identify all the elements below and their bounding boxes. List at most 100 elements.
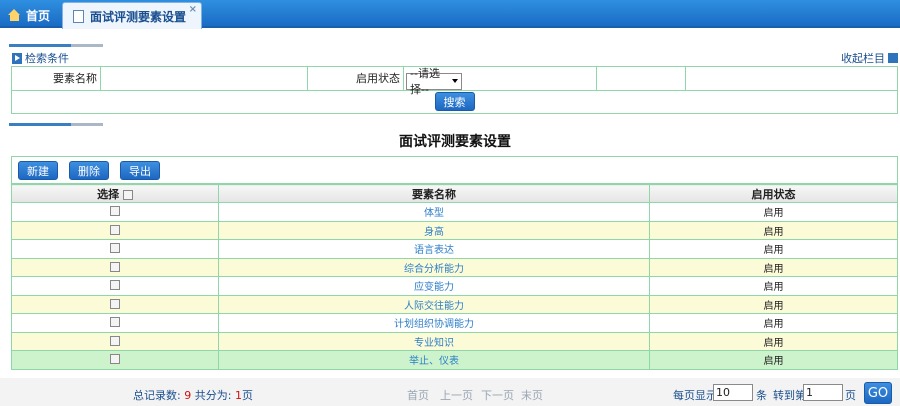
table-row[interactable]: 专业知识 启用 — [11, 331, 898, 351]
table-row[interactable]: 人际交往能力 启用 — [11, 294, 898, 314]
element-name-cell: 体型 — [218, 202, 650, 222]
status-cell: 启用 — [649, 239, 898, 259]
name-input[interactable] — [100, 66, 308, 91]
row-checkbox[interactable] — [110, 243, 120, 254]
collapse-icon[interactable] — [888, 53, 898, 63]
per-page-unit: 条 — [756, 389, 767, 402]
search-header-label: 检索条件 — [25, 52, 69, 65]
goto-unit: 页 — [845, 389, 856, 402]
table-row[interactable]: 身高 启用 — [11, 220, 898, 240]
delete-button[interactable]: 删除 — [69, 161, 109, 180]
status-cell: 启用 — [649, 202, 898, 222]
header-select: 选择 — [11, 184, 219, 203]
per-page-input[interactable]: 10 — [713, 384, 753, 401]
goto-page-input[interactable]: 1 — [803, 384, 843, 401]
element-name-cell: 综合分析能力 — [218, 257, 650, 277]
status-label: 启用状态 — [307, 66, 404, 91]
row-checkbox-cell — [11, 313, 219, 333]
row-checkbox-cell — [11, 276, 219, 296]
row-checkbox[interactable] — [110, 354, 120, 365]
collapse-label[interactable]: 收起栏目 — [841, 50, 885, 66]
status-select[interactable]: --请选择-- — [406, 67, 462, 96]
last-page-link[interactable]: 末页 — [521, 387, 543, 403]
action-toolbar: 新建 删除 导出 — [11, 156, 898, 184]
element-name-link[interactable]: 专业知识 — [414, 338, 454, 349]
status-cell: --请选择-- — [403, 66, 597, 96]
row-checkbox[interactable] — [110, 335, 120, 346]
table-row[interactable]: 举止、仪表 启用 — [11, 350, 898, 370]
row-checkbox-cell — [11, 294, 219, 314]
element-name-link[interactable]: 应变能力 — [414, 282, 454, 293]
pages-label: 共分为: — [194, 389, 232, 402]
table-row[interactable]: 综合分析能力 启用 — [11, 257, 898, 277]
document-icon — [73, 9, 84, 23]
search-form: 要素名称 启用状态 --请选择-- 搜索 — [11, 66, 898, 114]
home-icon — [8, 9, 21, 21]
row-checkbox[interactable] — [110, 206, 120, 217]
section-divider — [9, 123, 103, 126]
status-cell: 启用 — [649, 331, 898, 351]
row-checkbox[interactable] — [110, 261, 120, 272]
empty-cell — [596, 66, 686, 91]
page-title: 面试评测要素设置 — [399, 134, 511, 150]
collapse-toggle[interactable]: 收起栏目 — [841, 50, 898, 66]
row-checkbox[interactable] — [110, 224, 120, 235]
element-name-link[interactable]: 计划组织协调能力 — [394, 319, 474, 330]
row-checkbox[interactable] — [110, 280, 120, 291]
table-row[interactable]: 体型 启用 — [11, 202, 898, 222]
element-name-cell: 举止、仪表 — [218, 350, 650, 370]
table-row[interactable]: 语言表达 启用 — [11, 239, 898, 259]
tab-active-label: 面试评测要素设置 — [90, 9, 187, 24]
header-select-label: 选择 — [97, 187, 120, 201]
export-button[interactable]: 导出 — [120, 161, 160, 180]
element-name-link[interactable]: 语言表达 — [414, 245, 454, 256]
next-page-link[interactable]: 下一页 — [481, 387, 514, 403]
table-row[interactable]: 计划组织协调能力 启用 — [11, 313, 898, 333]
new-button[interactable]: 新建 — [18, 161, 58, 180]
expand-arrow-icon — [12, 52, 22, 64]
name-label: 要素名称 — [11, 66, 101, 91]
element-name-link[interactable]: 身高 — [424, 227, 444, 238]
row-checkbox-cell — [11, 257, 219, 277]
goto-label: 转到第 — [773, 389, 806, 402]
search-button[interactable]: 搜索 — [434, 92, 475, 111]
row-checkbox-cell — [11, 239, 219, 259]
pager: 总记录数: 9 共分为: 1页 首页 上一页 下一页 末页 每页显示 10 条 … — [0, 378, 900, 406]
total-count: 9 — [184, 389, 192, 402]
table-row[interactable]: 应变能力 启用 — [11, 276, 898, 296]
prev-page-link[interactable]: 上一页 — [440, 387, 473, 403]
element-name-link[interactable]: 体型 — [424, 208, 444, 219]
element-name-link[interactable]: 综合分析能力 — [404, 264, 464, 275]
search-button-cell: 搜索 — [11, 89, 898, 114]
tab-home-label: 首页 — [26, 8, 51, 23]
first-page-link[interactable]: 首页 — [407, 387, 429, 403]
row-checkbox[interactable] — [110, 317, 120, 328]
status-cell: 启用 — [649, 313, 898, 333]
element-name-cell: 应变能力 — [218, 276, 650, 296]
page-count: 1 — [234, 389, 242, 402]
per-page-label: 每页显示 — [673, 389, 717, 402]
row-checkbox-cell — [11, 220, 219, 240]
element-name-cell: 人际交往能力 — [218, 294, 650, 314]
go-button[interactable]: GO — [864, 382, 892, 404]
tab-element-settings[interactable]: 面试评测要素设置 × — [62, 2, 202, 29]
tab-home[interactable]: 首页 — [0, 2, 58, 28]
close-icon[interactable]: × — [189, 5, 197, 15]
search-header: 检索条件 — [12, 50, 69, 66]
total-label: 总记录数: — [133, 389, 181, 402]
row-checkbox[interactable] — [110, 298, 120, 309]
row-checkbox-cell — [11, 202, 219, 222]
row-checkbox-cell — [11, 331, 219, 351]
element-name-link[interactable]: 举止、仪表 — [409, 356, 459, 367]
status-cell: 启用 — [649, 257, 898, 277]
element-name-cell: 身高 — [218, 220, 650, 240]
element-name-link[interactable]: 人际交往能力 — [404, 301, 464, 312]
element-name-cell: 专业知识 — [218, 331, 650, 351]
select-all-checkbox[interactable] — [122, 189, 133, 200]
page-unit: 页 — [241, 389, 253, 402]
status-cell: 启用 — [649, 350, 898, 370]
status-cell: 启用 — [649, 220, 898, 240]
row-checkbox-cell — [11, 350, 219, 370]
tab-bar: 首页 面试评测要素设置 × — [0, 0, 900, 29]
section-divider — [9, 44, 103, 47]
